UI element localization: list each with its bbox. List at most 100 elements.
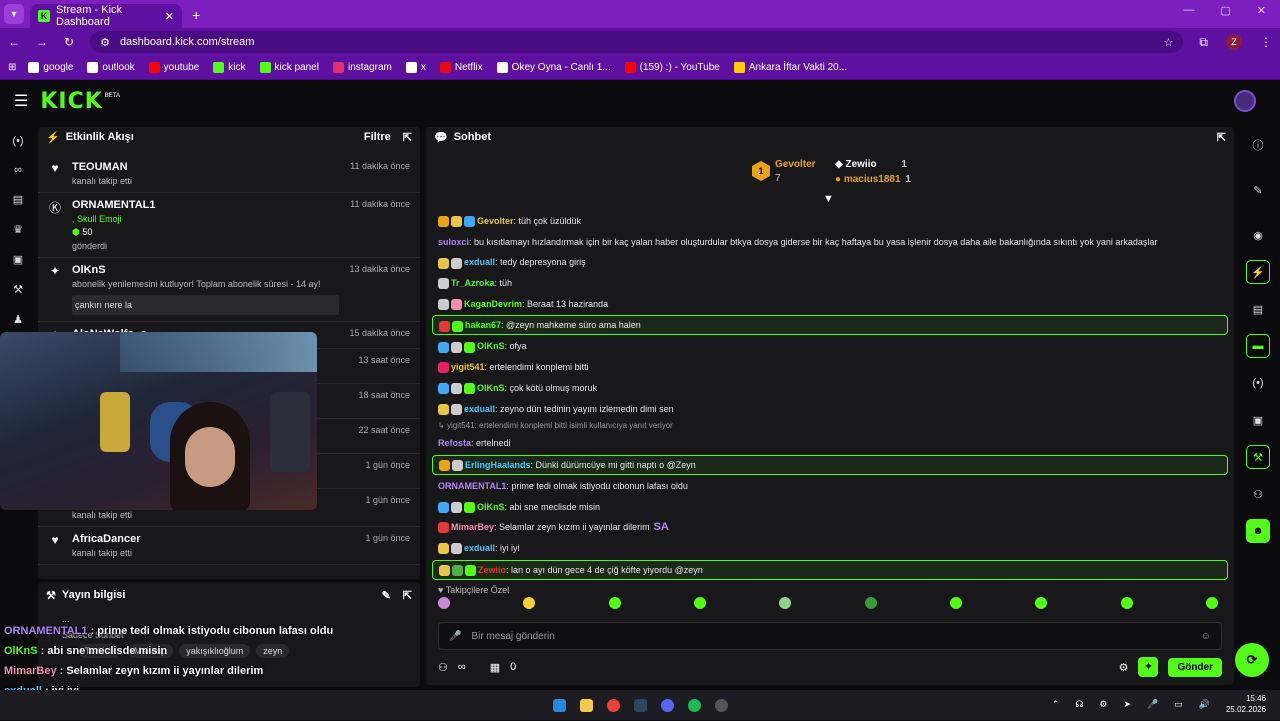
activity-event[interactable]: ✦ OlKnS abonelik yenilemesini kutluyor! To… (38, 258, 420, 322)
chat-username[interactable]: exduall (464, 404, 495, 414)
site-info-icon[interactable]: ⚙ (100, 36, 110, 49)
event-username[interactable]: TEOUMAN (72, 161, 340, 173)
tab-search-button[interactable]: ▾ (4, 4, 24, 24)
wrench-panel-icon[interactable]: ⚒ (1246, 445, 1270, 469)
chat-panel-icon[interactable]: ▬ (1246, 334, 1270, 358)
popout-icon[interactable]: ⇱ (403, 131, 412, 144)
chat-username[interactable]: hakan67 (465, 320, 501, 330)
capture-icon[interactable]: ◉ (1246, 223, 1270, 247)
chat-message[interactable]: Zewiio: lan o ayı dün gece 4 de çiğ köft… (432, 559, 1228, 580)
send-button[interactable]: Gönder (1168, 657, 1222, 677)
forward-icon[interactable]: → (36, 35, 48, 49)
chat-username[interactable]: ORNAMENTAL1 (438, 481, 506, 491)
bookmark-item[interactable]: instagram (332, 62, 392, 73)
bookmark-item[interactable]: youtube (148, 62, 199, 73)
chat-username[interactable]: yigit541 (451, 362, 485, 372)
chat-username[interactable]: exduall (464, 543, 495, 553)
chat-username[interactable]: MimarBey (451, 522, 494, 532)
headset-icon[interactable]: ☊ (1075, 699, 1083, 710)
bookmark-item[interactable]: (159) :) - YouTube (624, 62, 720, 73)
support-chat-button[interactable]: ⟳ (1235, 643, 1269, 677)
menu-kebab-icon[interactable]: ⋮ (1260, 35, 1272, 49)
reload-icon[interactable]: ↻ (64, 35, 74, 49)
profile-avatar[interactable]: Z (1226, 34, 1242, 50)
microphone-icon[interactable]: 🎤 (449, 631, 461, 642)
steam-tray-icon[interactable]: ⚙ (1099, 699, 1107, 710)
telegram-icon[interactable]: ➤ (1123, 699, 1131, 710)
chat-message[interactable]: exduall: iyi iyi (432, 538, 1228, 559)
emote-icon[interactable] (1205, 597, 1218, 609)
emote-icon[interactable] (438, 597, 450, 609)
live-stream-icon[interactable]: (•) (12, 135, 23, 147)
display-icon[interactable]: ▭ (1174, 699, 1183, 710)
chat-username[interactable]: OlKnS (477, 502, 505, 512)
event-username[interactable]: AfricaDancer (72, 533, 355, 545)
bookmark-item[interactable]: Ankara İftar Vakti 20... (733, 62, 847, 73)
tray-chevron-icon[interactable]: ⌃ (1052, 699, 1060, 710)
emote-icon[interactable] (1120, 597, 1133, 609)
chat-message[interactable]: hakan67: @zeyn mahkeme süro ama halen (432, 315, 1228, 336)
trophy-icon[interactable]: ♛ (13, 223, 23, 236)
clock-date[interactable]: 25.02.2026 (1226, 704, 1266, 715)
new-tab-button[interactable]: + (192, 7, 200, 23)
edit-icon[interactable]: ✎ (382, 589, 391, 602)
chat-username[interactable]: Zewiio (478, 565, 506, 575)
chat-message[interactable]: exduall: zeyno dün tedinin yayını izleme… (432, 399, 1228, 420)
chat-message[interactable]: OlKnS: ofya (432, 336, 1228, 357)
users-panel-icon[interactable]: ⚇ (1246, 482, 1270, 506)
back-icon[interactable]: ← (8, 35, 20, 49)
chat-message[interactable]: ORNAMENTAL1: prime tedi olmak istiyodu c… (432, 476, 1228, 497)
chat-message[interactable]: OlKnS: çok kötü olmuş moruk (432, 378, 1228, 399)
kick-logo[interactable]: KICK (40, 89, 102, 114)
chat-message[interactable]: Refosta: ertelnedi (432, 433, 1228, 454)
leader-2-name[interactable]: Zewiio (845, 159, 876, 170)
chat-message[interactable]: Gevolter: tüh çok üzüldük (432, 211, 1228, 232)
info-icon[interactable]: ⓘ (1246, 133, 1270, 157)
bookmark-item[interactable]: outlook (87, 62, 135, 73)
emoji-picker-icon[interactable]: ☺ (1201, 631, 1211, 642)
chat-message[interactable]: exduall: tedy depresyona giriş (432, 252, 1228, 273)
gift-icon[interactable]: ▦ (490, 661, 500, 674)
explorer-icon[interactable] (579, 698, 593, 712)
steam-icon[interactable] (633, 698, 647, 712)
event-username[interactable]: ORNAMENTAL1 (72, 199, 340, 211)
emote-icon[interactable] (949, 597, 962, 609)
emote-icon[interactable] (1035, 597, 1048, 609)
start-icon[interactable] (552, 698, 566, 712)
obs-icon[interactable] (714, 698, 728, 712)
address-bar[interactable]: ⚙ dashboard.kick.com/stream ☆ (90, 31, 1184, 53)
chat-username[interactable]: Gevolter (477, 216, 514, 226)
hamburger-menu-icon[interactable]: ☰ (14, 91, 28, 111)
filter-button[interactable]: Filtre (364, 131, 391, 143)
bookmark-item[interactable]: Netflix (439, 62, 483, 73)
chat-username[interactable]: OlKnS (477, 341, 505, 351)
volume-icon[interactable]: 🔊 (1199, 699, 1210, 710)
spotify-icon[interactable] (687, 698, 701, 712)
event-username[interactable]: OlKnS (72, 264, 339, 276)
activity-event[interactable]: Ⓚ ORNAMENTAL1 , Skull Emoji ⬢ 50 gönderdi 11 … (38, 193, 420, 258)
chat-username[interactable]: KaganDevrim (464, 299, 522, 309)
bookmark-item[interactable]: kick panel (259, 62, 319, 73)
activity-event[interactable]: ♥ TEOUMAN kanalı takip etti 11 dakika önce (38, 155, 420, 193)
bot-panel-icon[interactable]: ☻ (1246, 519, 1270, 543)
kick-emote-icon[interactable]: ✦ (1138, 657, 1159, 677)
layers-icon[interactable]: ▣ (1246, 408, 1270, 432)
mic-tray-icon[interactable]: 🎤 (1147, 699, 1158, 710)
bookmark-item[interactable]: Okey Oyna - Canlı 1... (496, 62, 611, 73)
emote-icon[interactable] (608, 597, 621, 609)
video-icon[interactable]: ▣ (13, 253, 23, 266)
leader-3-name[interactable]: macius1881 (844, 174, 901, 185)
chat-message[interactable]: ErlingHaalands: Dünki dürümcüye mi gitti… (432, 454, 1228, 475)
user-avatar[interactable] (1234, 90, 1256, 112)
chat-username[interactable]: Refosta (438, 438, 471, 448)
chat-username[interactable]: suloxci (438, 237, 469, 247)
maximize-icon[interactable]: ▢ (1220, 4, 1230, 17)
popout-icon[interactable]: ⇱ (403, 589, 412, 602)
lightning-panel-icon[interactable]: ⚡ (1246, 260, 1270, 284)
chat-message[interactable]: OlKnS: abi sne meclisde misin (432, 497, 1228, 518)
apps-grid-icon[interactable]: ⊞ (8, 62, 16, 73)
chrome-icon[interactable] (606, 698, 620, 712)
emote-icon[interactable] (779, 597, 792, 609)
emote-icon[interactable] (693, 597, 706, 609)
emote-icon[interactable] (864, 597, 877, 609)
